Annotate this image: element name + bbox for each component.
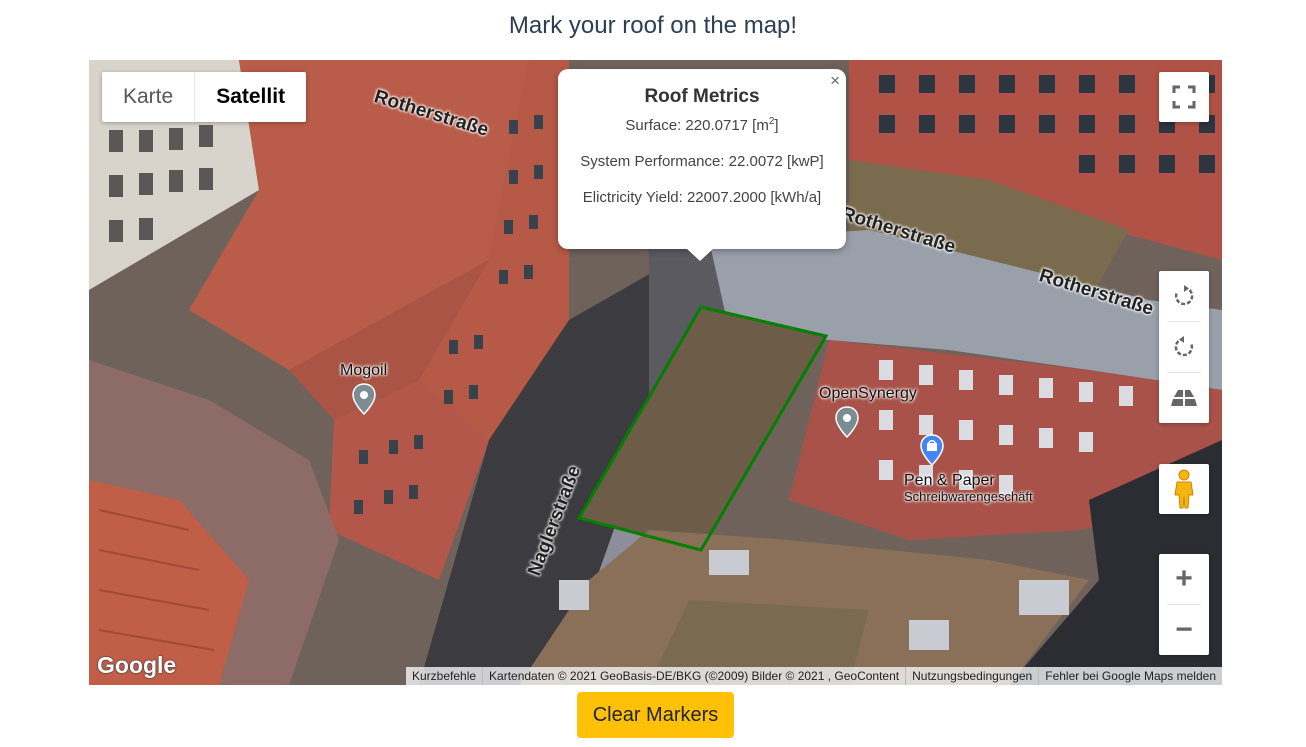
google-logo: Google <box>97 652 177 678</box>
map-pin-icon[interactable] <box>352 383 376 415</box>
surface-metric: Surface: 220.0717 [m2] <box>558 116 846 134</box>
zoom-in-button[interactable]: + <box>1159 554 1209 604</box>
zoom-controls: + − <box>1159 554 1209 655</box>
surface-unit-close: ] <box>774 117 779 134</box>
terms-of-use-link[interactable]: Nutzungsbedingungen <box>905 667 1038 685</box>
surface-text: Surface: 220.0717 [m <box>625 117 769 134</box>
roof-metrics-popup: × Roof Metrics Surface: 220.0717 [m2] Sy… <box>558 69 846 261</box>
shopping-bag-pin-icon[interactable] <box>920 434 944 466</box>
map-data-attribution: Kartendaten © 2021 GeoBasis-DE/BKG (©200… <box>482 667 905 685</box>
map-attribution-bar: Kurzbefehle Kartendaten © 2021 GeoBasis-… <box>405 667 1222 685</box>
keyboard-shortcuts-link[interactable]: Kurzbefehle <box>406 667 482 685</box>
tilt-icon <box>1171 390 1197 406</box>
rotate-counterclockwise-button[interactable] <box>1159 322 1209 372</box>
page-title: Mark your roof on the map! <box>508 12 798 39</box>
report-error-link[interactable]: Fehler bei Google Maps melden <box>1038 667 1222 685</box>
tilt-button[interactable] <box>1159 373 1209 423</box>
close-icon[interactable]: × <box>830 71 840 91</box>
rotate-clockwise-button[interactable] <box>1159 271 1209 321</box>
poi-label-opensynergy[interactable]: OpenSynergy <box>819 385 917 403</box>
popup-title: Roof Metrics <box>644 86 760 107</box>
rotate-tilt-controls <box>1159 271 1209 423</box>
map-type-selector: Karte Satellit <box>102 72 307 122</box>
clear-markers-button[interactable]: Clear Markers <box>577 692 734 738</box>
map-pin-icon[interactable] <box>835 406 859 438</box>
street-view-pegman[interactable] <box>1159 464 1209 514</box>
zoom-in-icon: + <box>1175 562 1193 595</box>
map-type-satellit-button[interactable]: Satellit <box>194 72 306 122</box>
map-type-karte-button[interactable]: Karte <box>102 72 194 122</box>
fullscreen-icon <box>1172 85 1196 109</box>
fullscreen-button[interactable] <box>1159 72 1209 122</box>
rotate-ccw-icon <box>1174 336 1194 357</box>
electricity-yield-metric: Elictricity Yield: 22007.2000 [kWh/a] <box>582 189 822 206</box>
map-canvas[interactable]: Rotherstraße Rotherstraße Rotherstraße N… <box>89 60 1222 685</box>
poi-name: Pen & Paper <box>904 472 995 489</box>
poi-subtitle: Schreibwarengeschäft <box>904 489 1033 504</box>
poi-label-mogoil[interactable]: Mogoil <box>340 362 387 380</box>
system-performance-metric: System Performance: 22.0072 [kwP] <box>580 153 824 170</box>
zoom-out-button[interactable]: − <box>1159 605 1209 655</box>
rotate-cw-icon <box>1174 285 1194 306</box>
zoom-out-icon: − <box>1175 613 1193 646</box>
pegman-icon <box>1174 469 1194 509</box>
poi-label-pen-paper[interactable]: Pen & Paper Schreibwarengeschäft <box>904 473 1033 505</box>
